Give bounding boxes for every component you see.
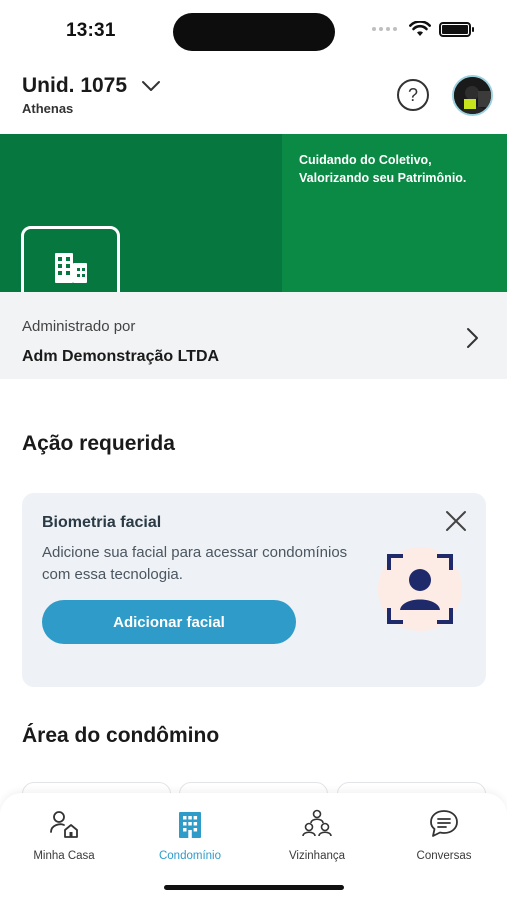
user-home-icon	[50, 811, 78, 838]
app-header: Unid. 1075 Athenas ?	[0, 70, 507, 130]
chevron-right-icon	[467, 328, 478, 348]
slogan-line-1: Cuidando do Coletivo,	[299, 153, 432, 167]
tab-conversas[interactable]: Conversas	[389, 808, 499, 868]
home-indicator[interactable]	[164, 885, 344, 890]
unit-selector[interactable]: Unid. 1075	[22, 74, 161, 98]
tab-label: Minha Casa	[33, 850, 95, 862]
card-title: Biometria facial	[42, 514, 162, 531]
tab-condominio[interactable]: Condomínio	[135, 808, 245, 868]
tab-label: Vizinhança	[288, 850, 346, 862]
help-button[interactable]: ?	[397, 79, 429, 111]
add-facial-button[interactable]: Adicionar facial	[42, 600, 296, 644]
wifi-icon	[409, 21, 431, 36]
chat-icon	[430, 810, 458, 837]
chevron-down-icon	[142, 81, 161, 91]
tab-vizinhanca[interactable]: Vizinhança	[262, 808, 372, 868]
dynamic-island	[173, 13, 335, 51]
admin-name: Adm Demonstração LTDA	[22, 348, 220, 365]
face-scan-icon	[378, 547, 462, 631]
question-circle-icon: ?	[407, 84, 418, 105]
tab-label: Conversas	[416, 850, 472, 862]
battery-icon	[439, 21, 474, 37]
signal-dots-icon	[372, 27, 397, 31]
status-bar: 13:31	[0, 0, 507, 60]
admin-label: Administrado por	[22, 318, 136, 335]
avatar[interactable]	[452, 75, 493, 116]
tab-minha-casa[interactable]: Minha Casa	[9, 808, 119, 868]
status-time: 13:31	[66, 20, 116, 41]
slogan-line-2: Valorizando seu Patrimônio.	[299, 171, 467, 185]
avatar-image	[454, 77, 491, 114]
unit-title: Unid. 1075	[22, 74, 128, 97]
action-required-title: Ação requerida	[22, 432, 175, 455]
banner-slogan: Cuidando do Coletivo, Valorizando seu Pa…	[299, 151, 466, 187]
building-icon	[54, 253, 87, 283]
tab-label: Condomínio	[158, 850, 221, 862]
facial-biometrics-card: Biometria facial Adicione sua facial par…	[22, 493, 486, 687]
status-icons	[372, 21, 474, 37]
bottom-tab-bar: Minha Casa Condomínio Vizinhança Convers…	[0, 793, 507, 900]
building-icon	[179, 812, 201, 838]
administrator-row[interactable]: Administrado por Adm Demonstração LTDA	[0, 292, 507, 379]
unit-subtitle: Athenas	[22, 101, 74, 116]
card-description: Adicione sua facial para acessar condomí…	[42, 544, 348, 583]
condo-area-title: Área do condômino	[22, 724, 220, 747]
close-icon[interactable]	[444, 509, 468, 533]
neighbors-icon	[302, 809, 332, 837]
